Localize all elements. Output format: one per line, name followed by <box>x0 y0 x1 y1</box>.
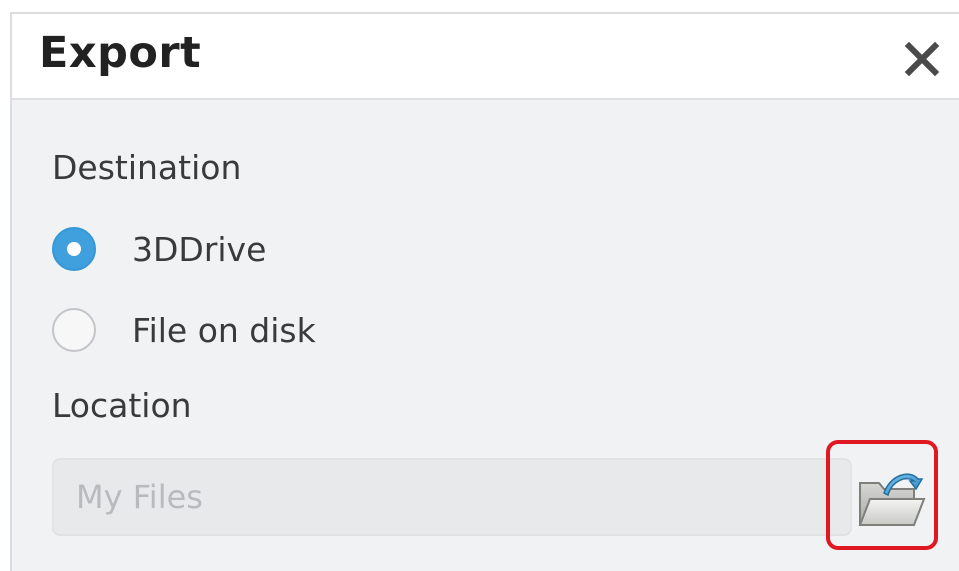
radio-label-file-on-disk: File on disk <box>132 310 316 350</box>
destination-label: Destination <box>52 148 242 187</box>
radio-option-file-on-disk[interactable]: File on disk <box>52 305 316 355</box>
close-button[interactable] <box>902 39 942 79</box>
close-icon <box>904 41 940 77</box>
location-input[interactable] <box>52 458 852 536</box>
radio-label-3ddrive: 3DDrive <box>132 229 267 269</box>
radio-option-3ddrive[interactable]: 3DDrive <box>52 224 266 274</box>
radio-3ddrive[interactable] <box>52 227 96 271</box>
folder-open-icon <box>858 473 926 526</box>
radio-file-on-disk[interactable] <box>52 308 96 352</box>
export-dialog: Export Destination 3DDrive File on disk … <box>10 12 959 571</box>
dialog-header: Export <box>12 14 959 100</box>
location-label: Location <box>52 386 192 425</box>
browse-folder-button[interactable] <box>826 440 938 550</box>
dialog-title: Export <box>39 28 202 78</box>
